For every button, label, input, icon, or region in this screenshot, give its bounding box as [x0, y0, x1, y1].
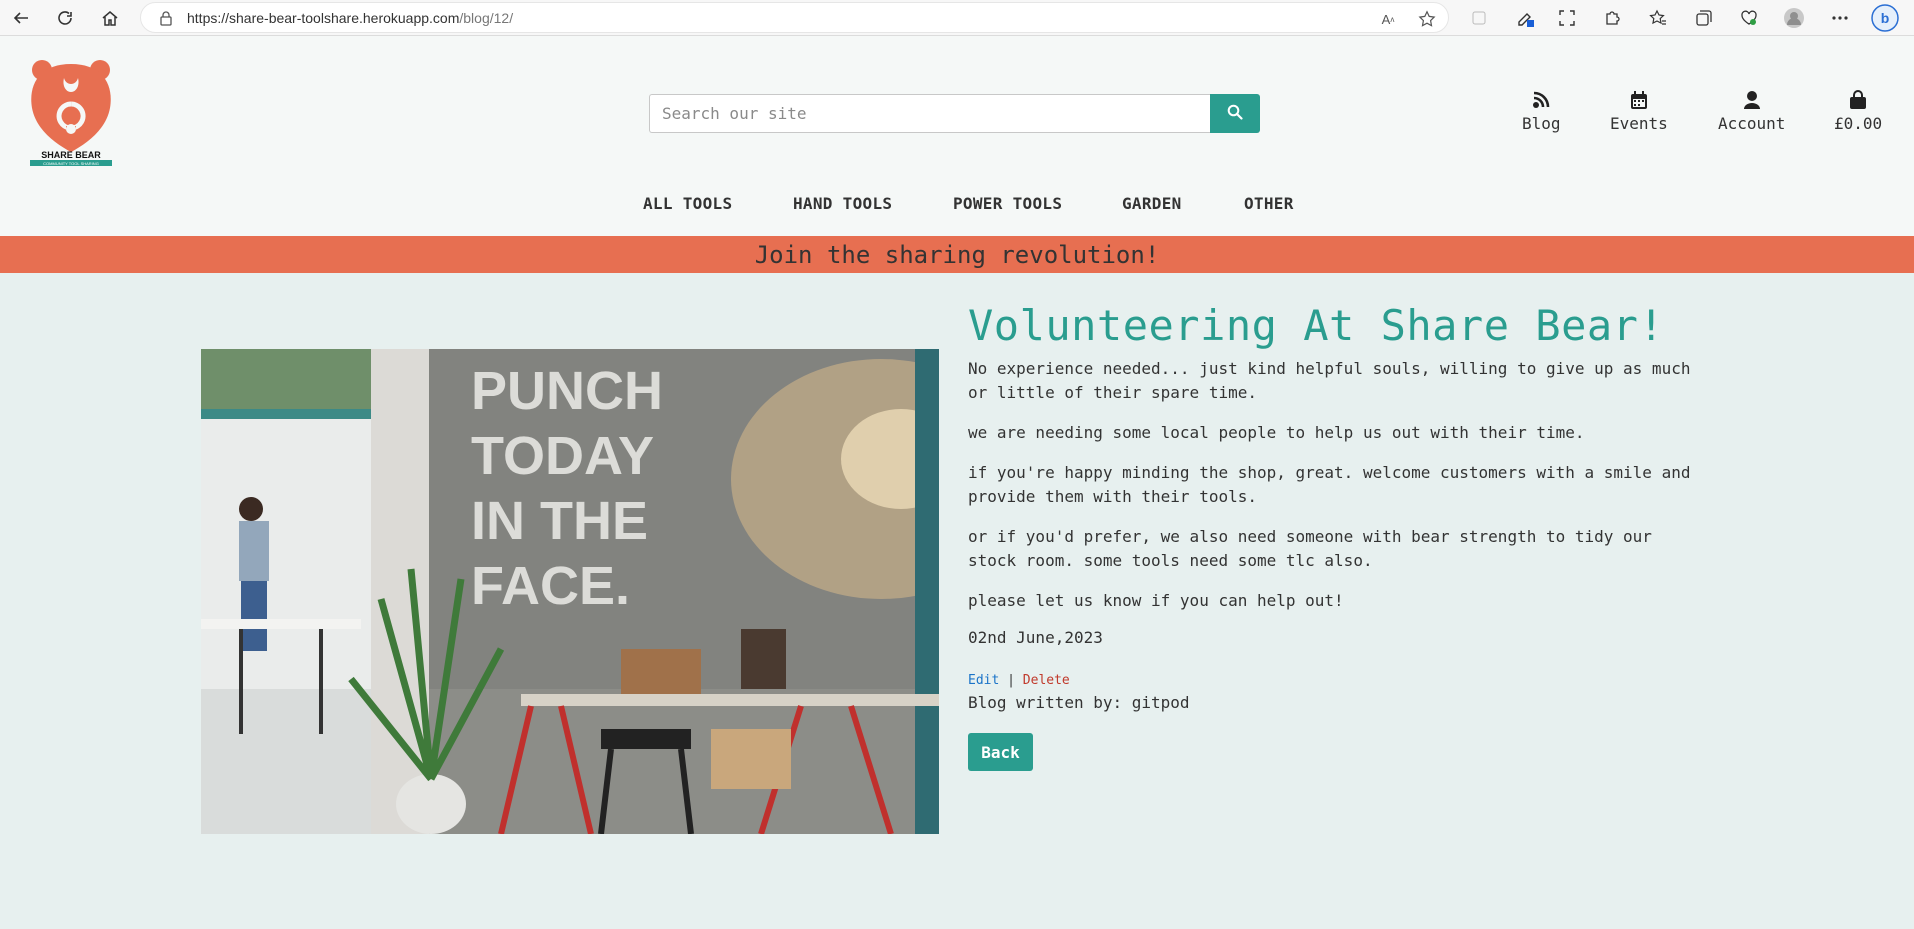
screenshot-icon[interactable] — [1553, 4, 1581, 32]
lock-icon — [157, 9, 175, 27]
extensions-puzzle-icon[interactable] — [1598, 4, 1626, 32]
admin-separator: | — [1007, 673, 1015, 688]
nav-power-tools[interactable]: POWER TOOLS — [953, 194, 1062, 213]
favorite-star-icon[interactable] — [1417, 9, 1437, 29]
blog-title: Volunteering At Share Bear! — [968, 301, 1665, 350]
blog-body: No experience needed... just kind helpfu… — [968, 357, 1708, 629]
logo-text: SHARE BEAR — [41, 150, 101, 160]
wall-line-3: IN THE — [471, 491, 648, 551]
logo-subtext: COMMUNITY TOOL SHARING — [43, 161, 99, 166]
blog-paragraph: if you're happy minding the shop, great.… — [968, 463, 1691, 506]
blog-paragraph: No experience needed... just kind helpfu… — [968, 359, 1691, 402]
blog-author: Blog written by: gitpod — [968, 693, 1190, 712]
nav-hand-tools[interactable]: HAND TOOLS — [793, 194, 892, 213]
extension-pen-icon[interactable] — [1512, 4, 1540, 32]
user-icon — [1743, 88, 1761, 112]
address-bar[interactable]: https://share-bear-toolshare.herokuapp.c… — [140, 2, 1449, 33]
account-link[interactable]: Account — [1718, 88, 1785, 133]
calendar-icon — [1630, 88, 1648, 112]
share-bear-logo[interactable]: SHARE BEAR COMMUNITY TOOL SHARING — [28, 56, 114, 166]
blog-detail: PUNCH TODAY IN THE FACE. Volunteering At… — [0, 273, 1914, 929]
back-arrow-icon[interactable] — [6, 3, 36, 33]
account-label: Account — [1718, 114, 1786, 133]
read-aloud-icon[interactable]: Aʌ — [1378, 9, 1398, 29]
more-options-icon[interactable] — [1826, 4, 1854, 32]
browser-toolbar: https://share-bear-toolshare.herokuapp.c… — [0, 0, 1914, 36]
read-aloud-label: A — [1381, 11, 1391, 27]
profile-avatar-icon[interactable] — [1780, 4, 1808, 32]
edit-link[interactable]: Edit — [968, 673, 999, 688]
nav-other[interactable]: OTHER — [1244, 194, 1294, 213]
nav-garden[interactable]: GARDEN — [1122, 194, 1182, 213]
url-path: /blog/12/ — [459, 9, 514, 26]
blog-paragraph: please let us know if you can help out! — [968, 591, 1344, 610]
blog-image: PUNCH TODAY IN THE FACE. — [201, 349, 939, 834]
wall-line-4: FACE. — [471, 556, 630, 616]
nav-all-tools[interactable]: ALL TOOLS — [643, 194, 732, 213]
blog-paragraph: or if you'd prefer, we also need someone… — [968, 527, 1652, 570]
basket-link[interactable]: £0.00 — [1834, 88, 1882, 133]
split-screen-icon[interactable] — [1465, 4, 1493, 32]
basket-total: £0.00 — [1834, 114, 1883, 133]
home-icon[interactable] — [95, 3, 125, 33]
search-form — [649, 94, 1260, 133]
reload-icon[interactable] — [50, 3, 80, 33]
wall-line-1: PUNCH — [471, 361, 663, 421]
blog-date: 02nd June,2023 — [968, 628, 1103, 647]
site-header: SHARE BEAR COMMUNITY TOOL SHARING Blog E… — [0, 36, 1914, 236]
collections-icon[interactable] — [1690, 4, 1718, 32]
search-button[interactable] — [1210, 94, 1260, 133]
blog-link[interactable]: Blog — [1522, 88, 1561, 133]
events-link[interactable]: Events — [1610, 88, 1668, 133]
blog-rss-icon — [1531, 88, 1551, 112]
url-host: https://share-bear-toolshare.herokuapp.c… — [187, 9, 460, 26]
promo-banner: Join the sharing revolution! — [0, 236, 1914, 273]
search-input[interactable] — [649, 94, 1210, 133]
banner-text: Join the sharing revolution! — [754, 240, 1160, 269]
blog-label: Blog — [1522, 114, 1561, 133]
delete-link[interactable]: Delete — [1023, 673, 1070, 688]
wall-line-2: TODAY — [471, 426, 654, 486]
search-icon — [1227, 104, 1243, 123]
bing-copilot-icon[interactable]: b — [1870, 3, 1900, 33]
svg-text:b: b — [1881, 10, 1890, 26]
admin-links: Edit | Delete — [968, 673, 1070, 688]
blog-paragraph: we are needing some local people to help… — [968, 423, 1585, 442]
shopping-bag-icon — [1849, 88, 1867, 112]
address-url[interactable]: https://share-bear-toolshare.herokuapp.c… — [187, 10, 513, 26]
main-nav: ALL TOOLS HAND TOOLS POWER TOOLS GARDEN … — [0, 194, 1914, 224]
events-label: Events — [1610, 114, 1668, 133]
favorites-icon[interactable] — [1644, 4, 1672, 32]
back-button[interactable]: Back — [968, 733, 1033, 771]
browser-essentials-icon[interactable] — [1735, 4, 1763, 32]
